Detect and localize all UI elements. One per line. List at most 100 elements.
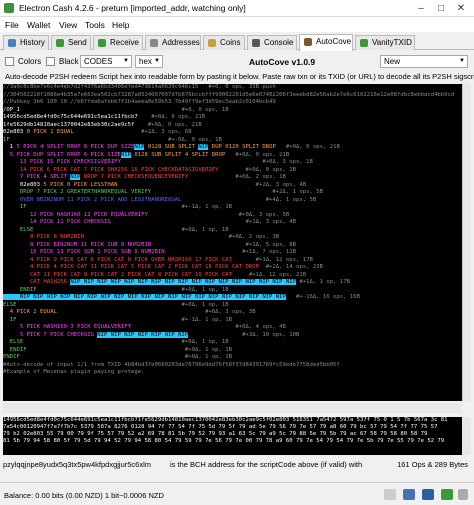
script-line: ENDIF #+0Δ, 1 op, 1B bbox=[3, 354, 462, 362]
script-line: 15 PICK 13 PICK SUB 2 PICK SUB 8 NUM2BIN… bbox=[3, 249, 462, 257]
script-editor[interactable]: //3a0c8c8be7e6c4e4eb7d2f4376a6bd3406dfed… bbox=[3, 84, 462, 401]
script-token: #+1Δ, 3 ops, 4B bbox=[110, 219, 297, 225]
tab-label: History bbox=[20, 38, 45, 47]
tab-bar: History Send Receive Addresses Coins Con… bbox=[0, 33, 474, 51]
script-token: IF bbox=[3, 316, 17, 323]
script-token: NIP NIP NIP NIP NIP NIP NIP NIP NIP NIP … bbox=[70, 279, 296, 285]
script-token: NIP NIP NIP NIP NIP NIP NIP bbox=[97, 331, 189, 338]
script-token: #+0Δ, 0 ops, 21B bbox=[137, 114, 206, 120]
codes-select[interactable]: CODES ▼ bbox=[80, 55, 132, 68]
tab-coins[interactable]: Coins bbox=[203, 35, 245, 50]
script-token: 4 PICK 2 EQUAL bbox=[3, 309, 57, 315]
script-token: #+0Δ, 1 op, 1B bbox=[26, 346, 233, 353]
menu-help[interactable]: Help bbox=[112, 20, 129, 30]
vanitytxid-icon bbox=[360, 39, 368, 47]
script-token: 5 PICK HASH160 3 PICK EQUALVERIFY bbox=[3, 324, 131, 330]
send-icon bbox=[56, 39, 64, 47]
script-token: 14 PICK 11 PICK CHECKSIG bbox=[3, 219, 111, 225]
script-token: 0 PICK 1 EQUAL bbox=[26, 129, 74, 135]
script-token: #+0Δ, 1 op, 1B bbox=[16, 301, 229, 308]
tab-history[interactable]: History bbox=[3, 35, 49, 50]
tab-label: Receive bbox=[110, 38, 139, 47]
app-icon bbox=[4, 3, 14, 13]
tab-send[interactable]: Send bbox=[51, 35, 91, 50]
script-line: 14 PICK 11 PICK CHECKSIG #+1Δ, 3 ops, 4B bbox=[3, 219, 462, 227]
script-token: 15 PICK 13 PICK SUB 2 PICK SUB 8 NUM2BIN bbox=[3, 249, 165, 255]
plugin-description: Auto-decode P2SH redeem Script hex into … bbox=[5, 72, 474, 81]
maximize-icon[interactable]: □ bbox=[434, 2, 448, 15]
script-token: #+-16Δ, 16 ops, 16B bbox=[285, 294, 360, 300]
minimize-icon[interactable]: – bbox=[414, 2, 428, 15]
script-token: 12 PICK HASH160 12 PICK EQUALVERIFY bbox=[3, 211, 148, 218]
tab-console[interactable]: Console bbox=[247, 35, 297, 50]
tab-receive[interactable]: Receive bbox=[93, 35, 143, 50]
hex-output[interactable]: 14956cd5ed8e4fd0c75c644e691c5ea1c11fbcb7… bbox=[3, 417, 462, 455]
script-line: 7 PICK 4 SPLIT NIP DROP 7 PICK CHECKSEQU… bbox=[3, 174, 462, 182]
tab-vanitytxid[interactable]: VanityTXID bbox=[355, 35, 415, 50]
chevron-down-icon: ▼ bbox=[459, 58, 465, 64]
script-line: 4 PICK 4 PICK CAT 11 PICK CAT 5 PICK CAT… bbox=[3, 264, 462, 272]
script-line: ENDIF #+0Δ, 1 op, 1B bbox=[3, 287, 462, 295]
script-token: #+-0Δ, 0 ops, 1B bbox=[9, 136, 222, 143]
script-token: CAT HASH256 bbox=[3, 279, 71, 285]
preferences-icon[interactable] bbox=[403, 489, 415, 500]
receive-icon bbox=[98, 39, 106, 47]
tab-autocove[interactable]: AutoCove bbox=[299, 34, 353, 51]
script-line: CAT 11 PICK CAT 8 PICK CAT 2 PICK CAT 8 … bbox=[3, 272, 462, 280]
script-line: /OP_1 #+0, 0 ops, 1B bbox=[3, 107, 462, 115]
title-bar: Electron Cash 4.2.6 - preturn [imported_… bbox=[0, 0, 474, 17]
script-line: 8 PICK 8 NUM2BIN #+0Δ, 2 ops, 3B bbox=[3, 234, 462, 242]
bch-address[interactable]: pzylqqjnpe8yudx5q3tx5pw4kfpdxgjjur5c6xlm bbox=[3, 460, 151, 469]
network-status-icon[interactable] bbox=[441, 489, 453, 500]
close-icon[interactable]: ✕ bbox=[454, 2, 468, 15]
script-token: IF bbox=[3, 136, 10, 143]
colors-label: Colors bbox=[18, 57, 42, 66]
new-select[interactable]: New ▼ bbox=[380, 55, 468, 68]
resize-grip-icon[interactable] bbox=[458, 489, 468, 500]
script-line: IF #+-0Δ, 0 ops, 1B bbox=[3, 137, 462, 145]
black-checkbox[interactable] bbox=[46, 57, 55, 66]
hex-select[interactable]: hex ▼ bbox=[135, 55, 163, 68]
script-token: 02e803 bbox=[3, 181, 44, 188]
script-token: 0128 SUB SPLIT 4 SPLIT DROP bbox=[130, 151, 226, 158]
script-line: IF #+-1Δ, 1 op, 1B bbox=[3, 317, 462, 325]
lock-icon[interactable] bbox=[384, 489, 396, 500]
script-token: OVER 8BIN2NUM 11 PICK 2 PICK ADD LESSTHA… bbox=[3, 196, 182, 203]
menu-file[interactable]: File bbox=[5, 20, 19, 30]
codes-value: CODES bbox=[84, 57, 113, 66]
script-token: #Example of Mecenas plugin paying proteg… bbox=[3, 369, 145, 375]
script-line: 5 PICK HASH160 3 PICK EQUALVERIFY #+0Δ, … bbox=[3, 324, 462, 332]
script-token: 5 PICK 4 SPLIT DROP 6 PICK DUP SIZE bbox=[16, 144, 135, 150]
script-token: #+0Δ, 0 ops, 21B bbox=[275, 144, 340, 150]
output-vertical-scrollbar[interactable] bbox=[462, 417, 471, 455]
script-token: /OP_1 bbox=[3, 106, 20, 113]
script-token: #+-1Δ, 1 op, 1B bbox=[16, 316, 233, 323]
editor-horizontal-scrollbar[interactable] bbox=[3, 403, 462, 413]
window-title: Electron Cash 4.2.6 - preturn [imported_… bbox=[19, 3, 246, 13]
script-line: NIP NIP NIP NIP NIP NIP NIP NIP NIP NIP … bbox=[3, 294, 462, 302]
seed-icon[interactable] bbox=[422, 489, 434, 500]
script-line: 1fe5629db14810aec1370042e83eb30c2ae9c5f … bbox=[3, 122, 462, 130]
script-token: #+0, 0 ops, 1B bbox=[19, 106, 229, 113]
script-token: 1fe5629db14810aec1370042e83eb30c2ae9c5f bbox=[3, 121, 135, 128]
script-token: //Pubkey 3b6 100 10 //b6ffda6afebb7f1b4a… bbox=[3, 99, 276, 105]
script-token: #+0Δ, 2 ops, 1B bbox=[188, 174, 286, 180]
script-token: 1 bbox=[3, 144, 17, 150]
script-line: 13 PICK 15 PICK CHECKSIGVERIFY #+0Δ, 3 o… bbox=[3, 159, 462, 167]
menu-view[interactable]: View bbox=[59, 20, 77, 30]
script-token: #+0Δ, 1 op, 1B bbox=[36, 286, 229, 293]
script-token: DROP 7 PICK 2 GREATERTHANOREQUAL VERIFY bbox=[3, 189, 152, 195]
script-token: 5 PICK 7 PICK CHECKSIG bbox=[3, 331, 98, 338]
console-icon bbox=[252, 39, 260, 47]
menu-wallet[interactable]: Wallet bbox=[27, 20, 50, 30]
colors-checkbox[interactable] bbox=[5, 57, 14, 66]
script-line: #Example of Mecenas plugin paying proteg… bbox=[3, 369, 462, 377]
hex-line: 14956cd5ed8e4fd0c75c644e691c5ea1c11fbcb7… bbox=[3, 417, 448, 423]
script-line: 02e803 0 PICK 1 EQUAL #+2Δ, 3 ops, 6B bbox=[3, 129, 462, 137]
script-token: 8 PICK BIN2NUM 11 PICK SUB 8 NUM2BIN bbox=[3, 241, 152, 248]
menu-tools[interactable]: Tools bbox=[85, 20, 105, 30]
tab-addresses[interactable]: Addresses bbox=[145, 35, 201, 50]
script-token: #+1Δ, 5 ops, 8B bbox=[151, 241, 296, 248]
editor-vertical-scrollbar[interactable] bbox=[462, 84, 471, 401]
script-token: #+4Δ, 1 ops, 5B bbox=[181, 196, 317, 203]
